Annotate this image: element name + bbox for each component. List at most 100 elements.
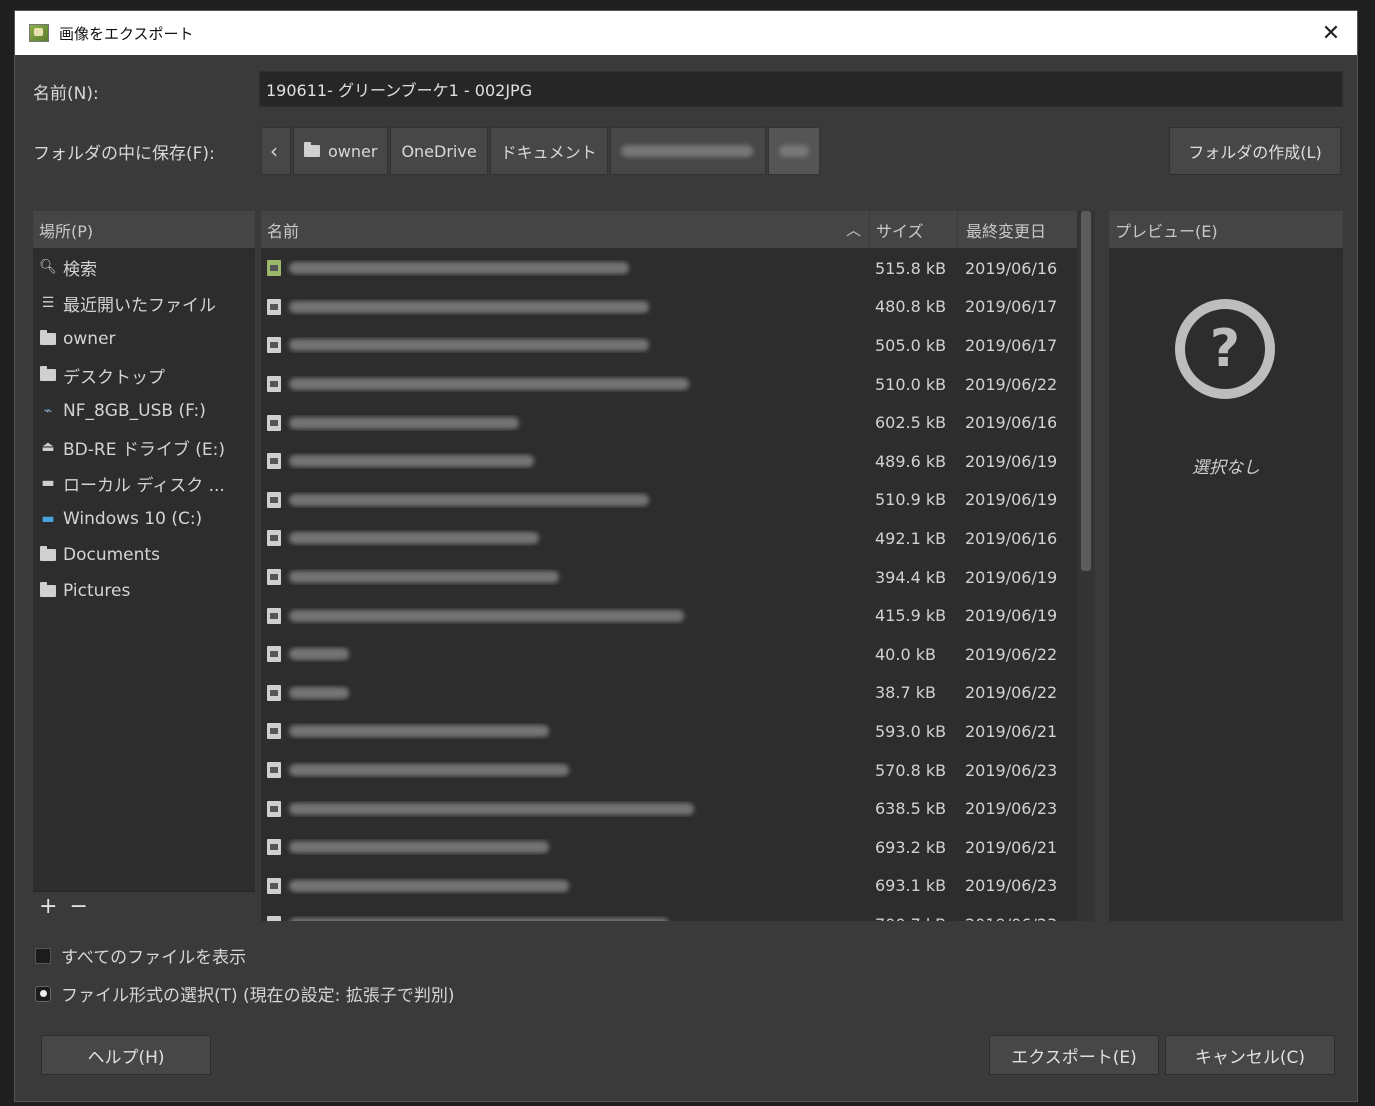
path-segment-owner[interactable]: owner [293, 127, 389, 175]
file-row[interactable]: 693.2 kB 2019/06/21 [261, 828, 1095, 867]
file-name-cell [261, 491, 869, 508]
place-item-owner[interactable]: owner [33, 321, 255, 357]
file-row[interactable]: 693.1 kB 2019/06/23 [261, 867, 1095, 906]
image-file-icon [267, 298, 281, 315]
file-name-cell [261, 607, 869, 624]
file-row[interactable]: 394.4 kB 2019/06/19 [261, 558, 1095, 597]
place-item-windows[interactable]: ▬ Windows 10 (C:) [33, 501, 255, 537]
redacted-file-name [289, 455, 534, 468]
file-row[interactable]: 510.0 kB 2019/06/22 [261, 365, 1095, 404]
path-bar: ‹ owner OneDrive ドキュメント [261, 127, 820, 175]
file-row[interactable]: 489.6 kB 2019/06/19 [261, 442, 1095, 481]
redacted-file-name [289, 648, 349, 661]
file-date-cell: 2019/06/21 [965, 837, 1058, 857]
place-item-recent[interactable]: ☰ 最近開いたファイル [33, 285, 255, 321]
file-date-cell: 2019/06/17 [965, 335, 1058, 355]
file-row[interactable]: 505.0 kB 2019/06/17 [261, 326, 1095, 365]
file-type-expander[interactable] [35, 985, 51, 1002]
place-label: 検索 [63, 259, 97, 280]
image-file-icon [267, 723, 281, 740]
path-segment-current[interactable] [767, 127, 820, 175]
file-row[interactable]: 38.7 kB 2019/06/22 [261, 674, 1095, 713]
option-label: ファイル形式の選択(T) (現在の設定: 拡張子で判別) [61, 986, 455, 1006]
file-row[interactable]: 638.5 kB 2019/06/23 [261, 789, 1095, 828]
image-file-icon [267, 800, 281, 817]
show-all-files-option[interactable]: すべてのファイルを表示 [35, 943, 246, 968]
file-size-cell: 415.9 kB [875, 606, 947, 626]
file-row[interactable]: 492.1 kB 2019/06/16 [261, 519, 1095, 558]
file-date-cell: 2019/06/19 [965, 490, 1058, 510]
path-segment-redacted[interactable] [609, 127, 766, 175]
file-size-cell: 510.0 kB [875, 374, 947, 394]
title-bar: 画像をエクスポート ✕ [15, 11, 1357, 55]
place-item-bd-drive[interactable]: ⏏ BD-RE ドライブ (E:) [33, 429, 255, 465]
file-rows: 515.8 kB 2019/06/16 480.8 kB 2019/06/17 505.… [261, 249, 1095, 921]
place-label: デスクトップ [63, 367, 165, 388]
column-header-date[interactable]: 最終変更日 [957, 211, 1075, 248]
image-file-icon [267, 376, 281, 393]
close-button[interactable]: ✕ [1315, 17, 1347, 49]
place-item-documents[interactable]: Documents [33, 537, 255, 573]
redacted-file-name [289, 378, 689, 391]
path-segment-onedrive[interactable]: OneDrive [390, 127, 488, 175]
save-folder-label: フォルダの中に保存(F): [33, 144, 215, 164]
file-date-cell: 2019/06/22 [965, 374, 1058, 394]
file-row[interactable]: 40.0 kB 2019/06/22 [261, 635, 1095, 674]
image-file-icon [267, 877, 281, 894]
path-back-button[interactable]: ‹ [261, 127, 291, 175]
file-row[interactable]: 593.0 kB 2019/06/21 [261, 712, 1095, 751]
file-row[interactable]: 480.8 kB 2019/06/17 [261, 288, 1095, 327]
folder-icon [37, 546, 59, 561]
place-item-pictures[interactable]: Pictures [33, 573, 255, 609]
folder-icon [37, 330, 59, 345]
file-row[interactable]: 515.8 kB 2019/06/16 [261, 249, 1095, 288]
create-folder-button[interactable]: フォルダの作成(L) [1169, 127, 1341, 175]
file-row[interactable]: 415.9 kB 2019/06/19 [261, 596, 1095, 635]
file-size-cell: 38.7 kB [875, 683, 936, 703]
place-item-search[interactable]: 🔍︎ 検索 [33, 249, 255, 285]
scrollbar-thumb[interactable] [1081, 211, 1091, 571]
path-segment-documents[interactable]: ドキュメント [489, 127, 608, 175]
file-size-cell: 693.1 kB [875, 876, 947, 896]
column-header-name[interactable]: 名前 ︿ [261, 211, 869, 248]
cancel-button[interactable]: キャンセル(C) [1165, 1035, 1335, 1075]
file-type-option[interactable]: ファイル形式の選択(T) (現在の設定: 拡張子で判別) [35, 981, 454, 1006]
place-item-local-disk[interactable]: ▬ ローカル ディスク ... [33, 465, 255, 501]
gimp-app-icon [29, 24, 49, 42]
file-row[interactable]: 510.9 kB 2019/06/19 [261, 481, 1095, 520]
redacted-file-name [289, 686, 349, 699]
place-label: ローカル ディスク ... [63, 475, 225, 496]
file-list-scrollbar[interactable] [1077, 211, 1095, 921]
file-date-cell: 2019/06/23 [965, 760, 1058, 780]
folder-icon [37, 582, 59, 597]
redacted-file-name [289, 262, 629, 275]
export-button[interactable]: エクスポート(E) [989, 1035, 1159, 1075]
file-date-cell: 2019/06/16 [965, 528, 1058, 548]
places-pane: 場所(P) 🔍︎ 検索 ☰ 最近開いたファイル owner デスクトップ ⌁ N… [33, 211, 255, 921]
windows-drive-icon: ▬ [41, 511, 55, 527]
file-name-input[interactable] [259, 71, 1343, 107]
image-file-icon [267, 646, 281, 663]
place-label: NF_8GB_USB (F:) [63, 401, 206, 421]
file-size-cell: 593.0 kB [875, 721, 947, 741]
add-place-button[interactable]: + [39, 894, 57, 919]
image-file-icon [267, 453, 281, 470]
help-button[interactable]: ヘルプ(H) [41, 1035, 211, 1075]
folder-icon [37, 366, 59, 381]
file-row[interactable]: 570.8 kB 2019/06/23 [261, 751, 1095, 790]
file-date-cell: 2019/06/16 [965, 413, 1058, 433]
file-row[interactable]: 700.7 kB2019/06/23 [261, 905, 1095, 921]
redacted-file-name [289, 879, 569, 892]
file-name-cell [261, 530, 869, 547]
place-label: Documents [63, 545, 160, 565]
image-file-icon [267, 762, 281, 779]
remove-place-button[interactable]: − [69, 894, 87, 919]
show-all-files-checkbox[interactable] [35, 947, 51, 964]
redacted-text [778, 145, 809, 157]
places-footer: + − [33, 891, 255, 921]
place-item-desktop[interactable]: デスクトップ [33, 357, 255, 393]
column-header-size[interactable]: サイズ [869, 211, 957, 248]
place-item-usb[interactable]: ⌁ NF_8GB_USB (F:) [33, 393, 255, 429]
file-row[interactable]: 602.5 kB 2019/06/16 [261, 403, 1095, 442]
file-date-cell: 2019/06/23 [965, 876, 1058, 896]
